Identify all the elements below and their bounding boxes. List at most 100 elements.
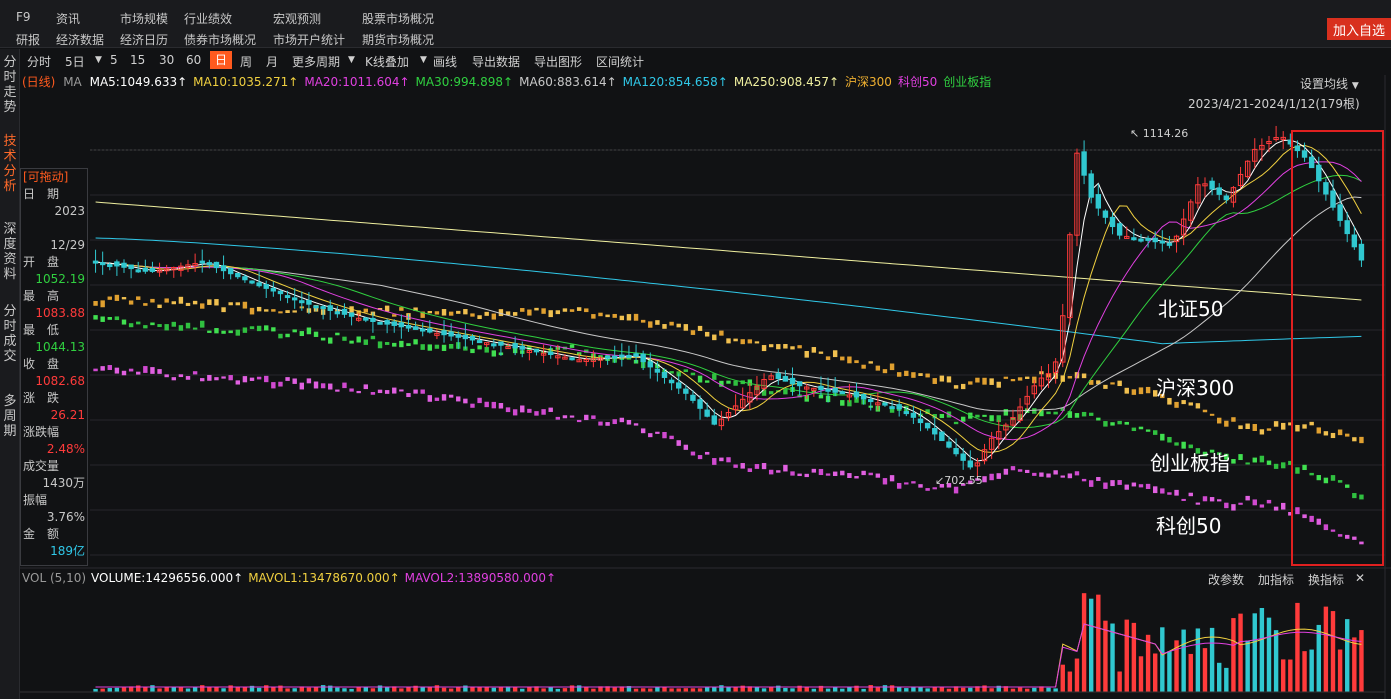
info-value: 2.48% [46, 442, 85, 456]
main-candle-body [99, 262, 106, 266]
main-candle-body [690, 394, 696, 401]
cyb-candle [1145, 429, 1151, 432]
ohlc-info-panel[interactable]: [可拖动] 日 期 2023 12/29 开 盘 1052.19 最 高 1083.88 最 … [20, 168, 88, 566]
hs300-candle [1209, 413, 1215, 416]
volume-bar [1131, 622, 1137, 692]
main-candle-body [142, 267, 149, 272]
kc50-candle [776, 470, 781, 473]
hs300-candle [491, 313, 497, 320]
add-indicator-button[interactable]: 加指标 [1258, 571, 1294, 588]
kc50-candle [214, 377, 219, 381]
hs300-candle [932, 378, 937, 384]
main-candle-body [1358, 243, 1365, 261]
main-candle-body [1223, 195, 1230, 201]
hs300-candle [569, 309, 575, 312]
info-drag-title[interactable]: [可拖动] [21, 169, 87, 186]
hs300-candle [143, 303, 148, 306]
hs300-candle [854, 360, 859, 364]
info-label: 最 高 [23, 289, 60, 303]
kc50-candle [150, 367, 155, 374]
hs300-candle [655, 320, 660, 325]
hs300-candle [676, 323, 681, 328]
volume-bar [1316, 624, 1321, 692]
main-candle-body [377, 321, 383, 325]
kc50-candle [1131, 482, 1137, 487]
volume-bar [491, 687, 497, 692]
cyb-candle [242, 327, 248, 333]
cyb-candle [285, 333, 290, 338]
hs300-candle [235, 302, 240, 306]
kc50-candle [527, 408, 532, 413]
main-candle-body [853, 391, 860, 398]
hs300-candle [185, 302, 191, 306]
cyb-candle [214, 328, 219, 334]
switch-indicator-button[interactable]: 换指标 [1308, 571, 1344, 588]
main-candle-body [711, 415, 717, 425]
kc50-candle [1217, 499, 1222, 502]
kc50-candle [612, 419, 617, 425]
main-candle-body [917, 418, 924, 424]
main-candle-body [860, 394, 867, 400]
volume-bar [1202, 648, 1208, 692]
hs300-candle [448, 311, 454, 316]
volume-bar [1074, 658, 1080, 692]
volume-bar [889, 685, 895, 692]
main-candle-body [348, 312, 355, 317]
hs300-candle [128, 300, 134, 305]
cyb-candle [328, 337, 333, 344]
cyb-candle [1003, 409, 1009, 416]
cyb-candle [1032, 408, 1037, 414]
change-params-button[interactable]: 改参数 [1208, 571, 1244, 588]
kc50-candle [904, 482, 909, 485]
hs300-candle [697, 325, 703, 331]
volume-bar [185, 688, 191, 692]
main-candle-body [647, 361, 653, 368]
main-candle-body [1344, 220, 1350, 235]
main-candle-body [206, 262, 213, 266]
volume-bar [697, 688, 703, 692]
candlestick-chart[interactable]: ↖ 1114.26 ↙702.55 [0, 0, 1391, 699]
hs300-candle [107, 296, 112, 300]
cyb-candle [434, 344, 440, 349]
hs300-candle [1252, 424, 1257, 431]
kc50-candle [313, 381, 319, 389]
hs300-candle [1067, 376, 1073, 379]
volume-bar [285, 688, 290, 692]
hs300-candle [797, 345, 802, 349]
volume-bar [271, 687, 276, 692]
volume-bar [1017, 687, 1023, 692]
main-candle-body [327, 305, 333, 311]
hs300-candle [292, 310, 297, 313]
low-marker-label: ↙702.55 [935, 474, 983, 487]
volume-bar [100, 688, 105, 692]
volume-bar [932, 687, 937, 692]
kc50-candle [740, 463, 745, 469]
volume-bar [178, 687, 184, 692]
volume-bar [704, 687, 710, 692]
main-candle-body [263, 283, 269, 289]
cyb-candle [335, 332, 340, 336]
kc50-candle [278, 381, 283, 387]
hs300-candle [1245, 423, 1250, 430]
hs300-candle [1202, 409, 1208, 413]
kc50-candle [392, 387, 397, 394]
hs300-candle [157, 304, 162, 308]
volume-bar [733, 686, 738, 692]
cyb-candle [768, 391, 774, 395]
kc50-candle [292, 378, 297, 384]
cyb-candle [114, 316, 120, 321]
hs300-candle [1302, 424, 1307, 429]
main-candle-body [1166, 242, 1173, 246]
volume-bar [192, 686, 198, 692]
hs300-candle [527, 309, 532, 316]
hs300-candle [783, 344, 788, 349]
info-label: 金 额 [23, 527, 60, 541]
cyb-candle [278, 333, 283, 339]
info-label [21, 220, 87, 237]
hs300-candle [804, 350, 809, 358]
kc50-candle [93, 368, 98, 372]
volume-bar [171, 687, 176, 692]
kc50-candle [456, 396, 461, 402]
close-icon[interactable]: ✕ [1355, 571, 1365, 585]
main-candle-body [363, 317, 369, 321]
